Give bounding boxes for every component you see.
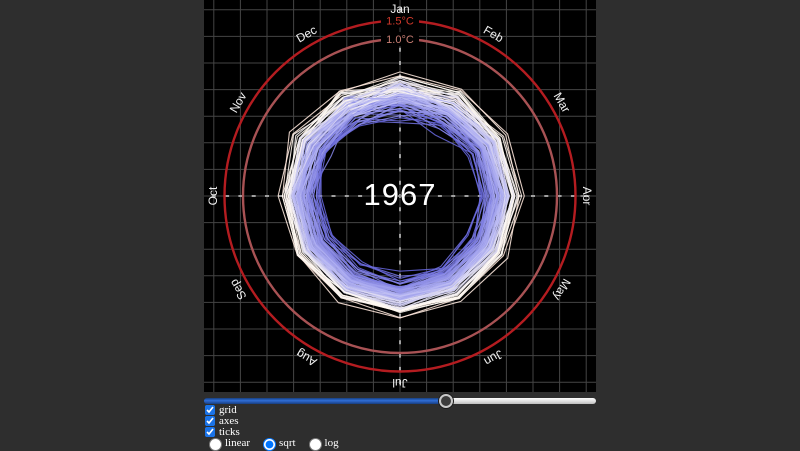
- axes-checkbox[interactable]: [205, 416, 215, 426]
- linear-radio[interactable]: [209, 438, 222, 451]
- scale-option-linear[interactable]: linear: [204, 435, 250, 451]
- year-slider-fill: [204, 398, 446, 404]
- log-radio[interactable]: [309, 438, 322, 451]
- month-label-jan: Jan: [390, 2, 409, 16]
- scale-option-sqrt[interactable]: sqrt: [258, 435, 296, 451]
- scale-radio-group: linear sqrt log: [204, 438, 347, 448]
- scale-option-log[interactable]: log: [304, 435, 339, 451]
- grid-checkbox[interactable]: [205, 405, 215, 415]
- display-controls: grid axes ticks linear sqrt log: [204, 405, 347, 448]
- sqrt-radio-label: sqrt: [279, 437, 296, 449]
- grid-toggle-row: grid: [204, 405, 347, 415]
- linear-radio-label: linear: [225, 437, 250, 449]
- sqrt-radio[interactable]: [263, 438, 276, 451]
- center-year-label: 1967: [204, 178, 596, 212]
- ring-label-1: 1.0°C: [386, 34, 414, 46]
- month-label-jul: Jul: [392, 376, 407, 390]
- log-radio-label: log: [325, 437, 339, 449]
- year-slider-track[interactable]: [446, 398, 596, 404]
- year-slider-thumb[interactable]: [439, 394, 453, 408]
- axes-toggle-row: axes: [204, 416, 347, 426]
- climate-spiral-canvas: 1.0°C1.5°CJanFebMarAprMayJunJulAugSepOct…: [204, 0, 596, 392]
- ring-label-1.5: 1.5°C: [386, 16, 414, 28]
